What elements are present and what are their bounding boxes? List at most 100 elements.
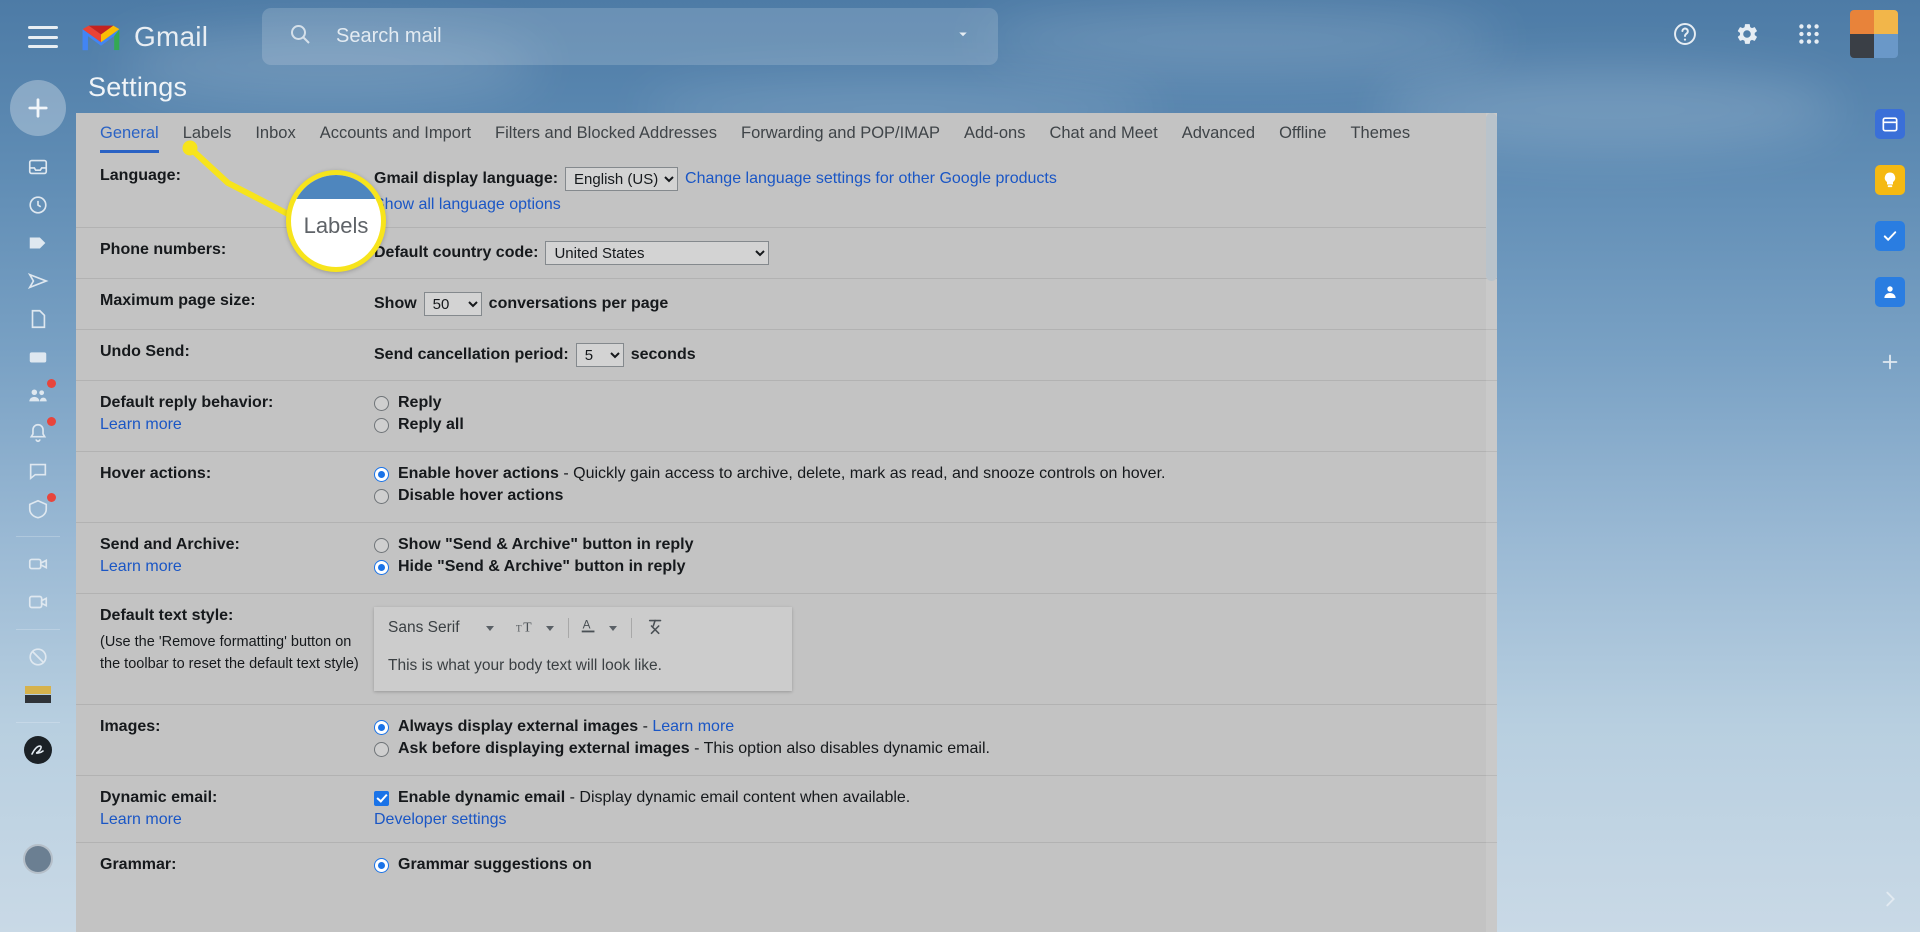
search-input[interactable]: Search mail [336,25,442,48]
tab-advanced[interactable]: Advanced [1182,124,1255,153]
radio-button[interactable] [374,395,389,411]
sidebar-item-inbox[interactable] [0,148,76,186]
sidebar-item-spam[interactable] [0,638,76,676]
radio-button[interactable] [374,488,389,504]
calendar-icon[interactable] [1860,96,1920,152]
divider [16,722,60,723]
row-label: Hover actions: [100,465,374,509]
tab-accounts[interactable]: Accounts and Import [320,124,471,153]
phone-numbers-label: Phone numbers: [100,241,227,258]
gear-icon[interactable] [1726,13,1768,55]
avatar[interactable] [1850,10,1898,58]
sidebar-item-chat[interactable] [0,452,76,490]
sidebar-item-signature[interactable] [0,731,76,769]
sidebar-item-social[interactable] [0,376,76,414]
settings-panel: General Labels Inbox Accounts and Import… [76,113,1497,932]
apps-grid-icon[interactable] [1788,13,1830,55]
plus-icon[interactable] [1860,334,1920,390]
sidebar-item-theme[interactable] [0,676,76,714]
radio-ask-before-display-images[interactable]: Ask before displaying external images - … [374,740,1497,758]
radio-label: Disable hover actions [398,487,564,504]
page-size-select[interactable]: 50 [423,292,482,316]
checkbox[interactable] [374,790,389,806]
tab-offline[interactable]: Offline [1279,124,1326,153]
contacts-icon[interactable] [1860,264,1920,320]
tasks-icon[interactable] [1860,208,1920,264]
radio-grammar-suggestions-on[interactable]: Grammar suggestions on [374,856,1497,874]
checkbox-enable-dynamic-email[interactable]: Enable dynamic email - Display dynamic e… [374,789,1497,807]
text-style-sample: This is what your body text will look li… [388,657,662,674]
search-bar[interactable]: Search mail [262,8,998,65]
cancellation-period-select[interactable]: 5 [575,343,624,367]
chevron-down-icon[interactable] [485,625,494,631]
display-language-label: Gmail display language: [374,170,559,187]
developer-settings-link[interactable]: Developer settings [374,811,507,828]
radio-button[interactable] [374,417,389,433]
images-learn-more-link[interactable]: Learn more [652,718,734,735]
row-body: Enable hover actions - Quickly gain acce… [374,465,1497,509]
radio-reply[interactable]: Reply [374,394,1497,412]
text-size-icon[interactable]: TT [516,617,536,640]
change-language-link[interactable]: Change language settings for other Googl… [685,170,1057,188]
help-icon[interactable] [1664,13,1706,55]
sidebar-item-video[interactable] [0,583,76,621]
radio-reply-all[interactable]: Reply all [374,416,1497,434]
sidebar-item-promotions[interactable] [0,490,76,528]
tab-addons[interactable]: Add-ons [964,124,1025,153]
tab-filters[interactable]: Filters and Blocked Addresses [495,124,717,153]
scrollbar-thumb[interactable] [1486,113,1497,281]
radio-button[interactable] [374,719,389,735]
radio-button[interactable] [374,466,389,482]
row-label: Dynamic email: Learn more [100,789,374,829]
keep-icon[interactable] [1860,152,1920,208]
chevron-right-icon[interactable] [1860,888,1920,910]
tab-themes[interactable]: Themes [1350,124,1410,153]
sidebar-item-drafts[interactable] [0,300,76,338]
tab-labels[interactable]: Labels [183,124,232,153]
tab-forwarding[interactable]: Forwarding and POP/IMAP [741,124,940,153]
sidebar-item-meet[interactable] [0,545,76,583]
send-archive-learn-more-link[interactable]: Learn more [100,558,182,575]
country-code-select[interactable]: United States [545,241,770,265]
radio-description: - This option also disables dynamic emai… [689,740,990,757]
radio-always-display-images[interactable]: Always display external images - Learn m… [374,718,1497,736]
hamburger-icon[interactable] [28,26,58,48]
dynamic-email-learn-more-link[interactable]: Learn more [100,811,182,828]
display-language-select[interactable]: English (US) [565,167,679,191]
tab-general[interactable]: General [100,124,159,153]
chevron-down-icon[interactable] [545,625,554,631]
text-color-icon[interactable]: A [579,616,599,641]
row-label: Send and Archive: Learn more [100,536,374,580]
radio-enable-hover-actions[interactable]: Enable hover actions - Quickly gain acce… [374,465,1497,483]
sidebar-item-sent[interactable] [0,262,76,300]
chevron-down-icon[interactable] [954,25,972,48]
default-reply-learn-more-link[interactable]: Learn more [100,416,182,433]
chevron-down-icon[interactable] [608,625,617,631]
tab-inbox[interactable]: Inbox [255,124,295,153]
show-all-language-options-link[interactable]: Show all language options [374,196,561,213]
search-icon [288,22,312,51]
settings-scrollbar[interactable] [1486,113,1497,932]
divider [16,536,60,537]
sidebar-item-snoozed[interactable] [0,186,76,224]
tab-chat-and-meet[interactable]: Chat and Meet [1049,124,1157,153]
gmail-logo[interactable]: Gmail [80,21,208,53]
radio-disable-hover-actions[interactable]: Disable hover actions [374,487,1497,505]
remove-formatting-icon[interactable] [646,616,666,641]
sidebar-item-notifications[interactable] [0,414,76,452]
font-family-value[interactable]: Sans Serif [388,619,460,637]
compose-button[interactable] [10,80,66,136]
radio-button[interactable] [374,857,389,873]
svg-text:A: A [582,617,590,631]
sidebar-account-avatar[interactable] [23,844,53,874]
settings-row-hover-actions: Hover actions: Enable hover actions - Qu… [76,451,1497,522]
radio-button[interactable] [374,741,389,757]
sidebar-item-categories[interactable] [0,338,76,376]
svg-text:T: T [516,623,522,633]
settings-row-dynamic-email: Dynamic email: Learn more Enable dynamic… [76,775,1497,842]
radio-show-send-archive[interactable]: Show "Send & Archive" button in reply [374,536,1497,554]
sidebar-item-label[interactable] [0,224,76,262]
radio-hide-send-archive[interactable]: Hide "Send & Archive" button in reply [374,558,1497,576]
radio-button[interactable] [374,537,389,553]
radio-button[interactable] [374,559,389,575]
